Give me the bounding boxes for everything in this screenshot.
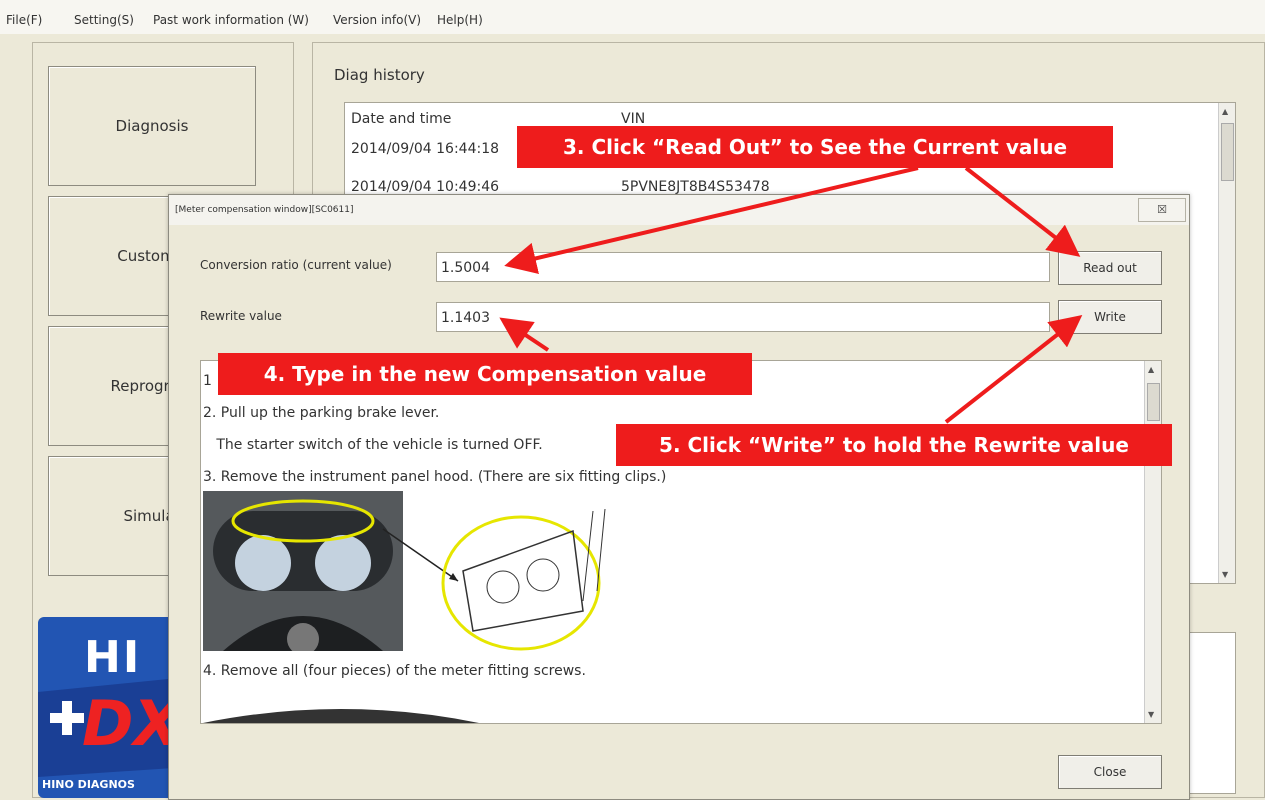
instrument-panel-drawing [203, 491, 606, 655]
callout-type-value: 4. Type in the new Compensation value [218, 353, 752, 395]
conversion-ratio-label: Conversion ratio (current value) [200, 258, 392, 272]
menu-setting[interactable]: Setting(S) [74, 13, 134, 27]
instruction-line-1: 1 [203, 373, 212, 389]
table-row-2-date[interactable]: 2014/09/04 10:49:46 [351, 179, 499, 195]
instruction-scrollbar[interactable]: ▲ ▼ [1144, 361, 1161, 723]
scroll-thumb[interactable] [1221, 123, 1234, 181]
menu-file[interactable]: File(F) [6, 13, 42, 27]
diagnosis-label: Diagnosis [115, 117, 189, 135]
instruction-line-4: 3. Remove the instrument panel hood. (Th… [203, 469, 667, 485]
menu-version[interactable]: Version info(V) [333, 13, 421, 27]
logo-text-dx: DX [82, 687, 182, 760]
instruction-line-2: 2. Pull up the parking brake lever. [203, 405, 440, 421]
instruction-scroll-down-icon[interactable]: ▼ [1148, 710, 1154, 719]
menu-help[interactable]: Help(H) [437, 13, 483, 27]
column-header-date[interactable]: Date and time [351, 111, 451, 127]
diagnosis-button[interactable]: Diagnosis [48, 66, 256, 186]
read-out-button[interactable]: Read out [1058, 251, 1162, 285]
meter-screws-drawing [203, 709, 479, 723]
table-row-2-vin[interactable]: 5PVNE8JT8B4S53478 [621, 179, 770, 195]
close-button[interactable]: Close [1058, 755, 1162, 789]
scroll-up-icon[interactable]: ▲ [1222, 107, 1228, 116]
modal-title: [Meter compensation window][SC0611] [175, 205, 354, 215]
rewrite-value-input[interactable]: 1.1403 [436, 302, 1050, 332]
menu-past-work[interactable]: Past work information (W) [153, 13, 309, 27]
instruction-line-5: 4. Remove all (four pieces) of the meter… [203, 663, 586, 679]
close-icon[interactable]: ☒ [1138, 198, 1186, 222]
instruction-scroll-thumb[interactable] [1147, 383, 1160, 421]
write-button[interactable]: Write [1058, 300, 1162, 334]
instruction-line-3: The starter switch of the vehicle is tur… [203, 437, 543, 453]
rewrite-value-label: Rewrite value [200, 309, 282, 323]
menu-bar: File(F) Setting(S) Past work information… [0, 0, 1265, 34]
diag-history-title: Diag history [334, 66, 425, 84]
instrument-panel-illustration [203, 491, 619, 655]
conversion-ratio-field[interactable]: 1.5004 [436, 252, 1050, 282]
meter-screws-illustration [203, 689, 479, 723]
callout-write: 5. Click “Write” to hold the Rewrite val… [616, 424, 1172, 466]
scroll-down-icon[interactable]: ▼ [1222, 570, 1228, 579]
table-row-1-date[interactable]: 2014/09/04 16:44:18 [351, 141, 499, 157]
instruction-panel[interactable]: 1 2. Pull up the parking brake lever. Th… [200, 360, 1162, 724]
hino-dx-logo: HI DX HINO DIAGNOS [38, 617, 188, 798]
logo-text-hi: HI [84, 632, 142, 683]
modal-titlebar: [Meter compensation window][SC0611] ☒ [169, 195, 1189, 225]
diag-history-scrollbar[interactable]: ▲ ▼ [1218, 103, 1235, 583]
column-header-vin[interactable]: VIN [621, 111, 645, 127]
callout-read-out: 3. Click “Read Out” to See the Current v… [517, 126, 1113, 168]
logo-subtitle: HINO DIAGNOS [42, 778, 135, 791]
instruction-scroll-up-icon[interactable]: ▲ [1148, 365, 1154, 374]
